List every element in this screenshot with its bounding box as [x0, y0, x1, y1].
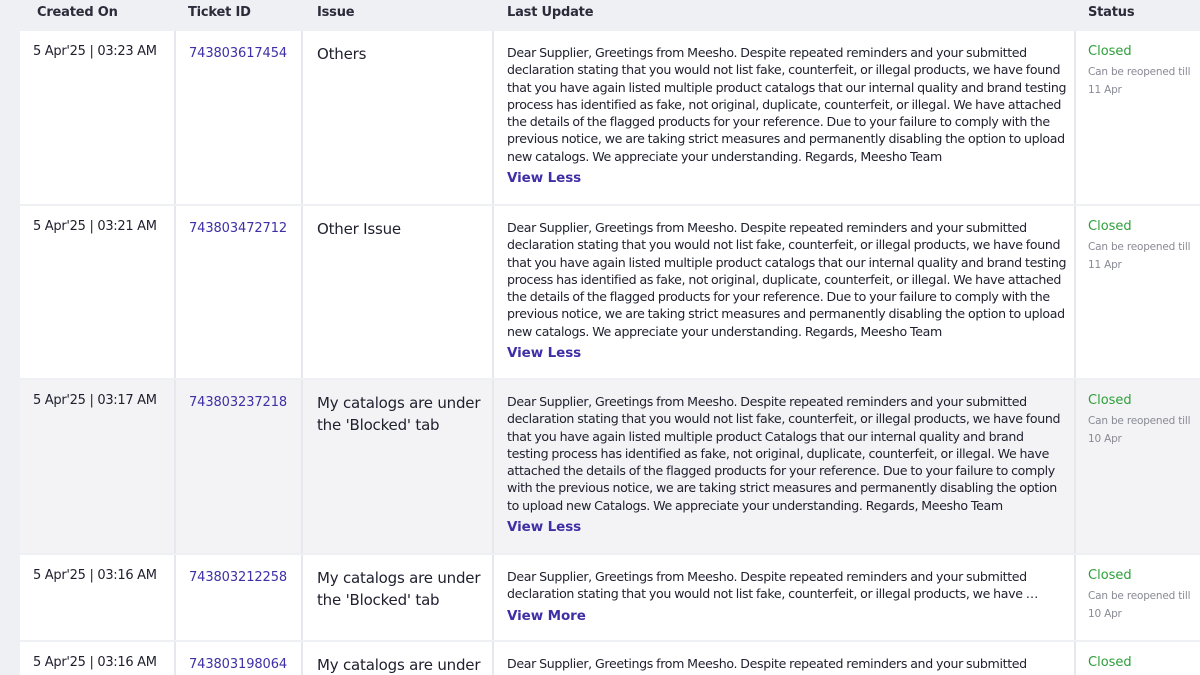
last-update-cell: Dear Supplier, Greetings from Meesho. De…	[494, 555, 1076, 640]
header-created-on: Created On	[37, 5, 118, 20]
last-update-text: Dear Supplier, Greetings from Meesho. De…	[507, 220, 1067, 339]
status-cell: Closed Can be reopened till 11 Apr	[1076, 206, 1200, 378]
last-update-text: Dear Supplier, Greetings from Meesho. De…	[507, 394, 1061, 513]
reopen-note: Can be reopened till 11 Apr	[1088, 241, 1191, 271]
ticket-id-link[interactable]: 743803212258	[189, 570, 287, 585]
last-update-cell: Dear Supplier, Greetings from Meesho. De…	[494, 31, 1076, 204]
created-on-cell: 5 Apr'25 | 03:21 AM	[20, 206, 176, 378]
status-badge: Closed	[1088, 393, 1132, 408]
issue-cell: My catalogs are under	[303, 642, 494, 675]
created-on-date: 5 Apr'25 | 03:16 AM	[33, 568, 157, 583]
created-on-cell: 5 Apr'25 | 03:16 AM	[20, 642, 176, 675]
header-issue: Issue	[317, 5, 355, 20]
created-on-cell: 5 Apr'25 | 03:17 AM	[20, 380, 176, 553]
status-badge: Closed	[1088, 655, 1132, 670]
reopen-note: Can be reopened till 11 Apr	[1088, 66, 1191, 96]
last-update-cell: Dear Supplier, Greetings from Meesho. De…	[494, 206, 1076, 378]
table-row: 5 Apr'25 | 03:16 AM 743803198064 My cata…	[20, 642, 1200, 675]
view-less-button[interactable]: View Less	[507, 519, 581, 535]
created-on-date: 5 Apr'25 | 03:16 AM	[33, 655, 157, 670]
issue-text: Others	[317, 45, 367, 63]
status-badge: Closed	[1088, 219, 1132, 234]
reopen-note: Can be reopened till 10 Apr	[1088, 590, 1191, 620]
issue-cell: My catalogs are under the 'Blocked' tab	[303, 380, 494, 553]
table-header: Created On Ticket ID Issue Last Update S…	[20, 0, 1200, 30]
created-on-date: 5 Apr'25 | 03:23 AM	[33, 44, 157, 59]
ticket-id-link[interactable]: 743803198064	[189, 657, 287, 672]
created-on-cell: 5 Apr'25 | 03:16 AM	[20, 555, 176, 640]
ticket-id-cell: 743803472712	[176, 206, 303, 378]
created-on-cell: 5 Apr'25 | 03:23 AM	[20, 31, 176, 204]
ticket-id-cell: 743803212258	[176, 555, 303, 640]
ticket-id-cell: 743803198064	[176, 642, 303, 675]
header-ticket-id: Ticket ID	[188, 5, 251, 20]
status-badge: Closed	[1088, 568, 1132, 583]
status-cell: Closed Can be reopened till 10 Apr	[1076, 380, 1200, 553]
ticket-id-link[interactable]: 743803472712	[189, 221, 287, 236]
issue-text: My catalogs are under	[317, 656, 481, 674]
view-less-button[interactable]: View Less	[507, 170, 581, 186]
table-row: 5 Apr'25 | 03:17 AM 743803237218 My cata…	[20, 380, 1200, 553]
last-update-cell: Dear Supplier, Greetings from Meesho. De…	[494, 380, 1076, 553]
status-cell: Closed Can be reopened till 11 Apr	[1076, 31, 1200, 204]
tickets-table: Created On Ticket ID Issue Last Update S…	[20, 0, 1200, 675]
table-row: 5 Apr'25 | 03:21 AM 743803472712 Other I…	[20, 206, 1200, 378]
last-update-text: Dear Supplier, Greetings from Meesho. De…	[507, 656, 1027, 671]
reopen-note: Can be reopened till 10 Apr	[1088, 415, 1191, 445]
last-update-text: Dear Supplier, Greetings from Meesho. De…	[507, 569, 1039, 602]
issue-text: My catalogs are under the 'Blocked' tab	[317, 569, 481, 609]
table-row: 5 Apr'25 | 03:23 AM 743803617454 Others …	[20, 31, 1200, 204]
ticket-id-cell: 743803237218	[176, 380, 303, 553]
last-update-text: Dear Supplier, Greetings from Meesho. De…	[507, 45, 1067, 164]
view-more-button[interactable]: View More	[507, 608, 586, 624]
issue-cell: Others	[303, 31, 494, 204]
last-update-cell: Dear Supplier, Greetings from Meesho. De…	[494, 642, 1076, 675]
issue-cell: My catalogs are under the 'Blocked' tab	[303, 555, 494, 640]
issue-cell: Other Issue	[303, 206, 494, 378]
view-less-button[interactable]: View Less	[507, 345, 581, 361]
status-cell: Closed	[1076, 642, 1200, 675]
issue-text: Other Issue	[317, 220, 401, 238]
table-row: 5 Apr'25 | 03:16 AM 743803212258 My cata…	[20, 555, 1200, 640]
status-cell: Closed Can be reopened till 10 Apr	[1076, 555, 1200, 640]
created-on-date: 5 Apr'25 | 03:17 AM	[33, 393, 157, 408]
ticket-id-link[interactable]: 743803617454	[189, 46, 287, 61]
created-on-date: 5 Apr'25 | 03:21 AM	[33, 219, 157, 234]
header-last-update: Last Update	[507, 5, 594, 20]
ticket-id-link[interactable]: 743803237218	[189, 395, 287, 410]
ticket-id-cell: 743803617454	[176, 31, 303, 204]
status-badge: Closed	[1088, 44, 1132, 59]
issue-text: My catalogs are under the 'Blocked' tab	[317, 394, 481, 434]
header-status: Status	[1088, 5, 1135, 20]
